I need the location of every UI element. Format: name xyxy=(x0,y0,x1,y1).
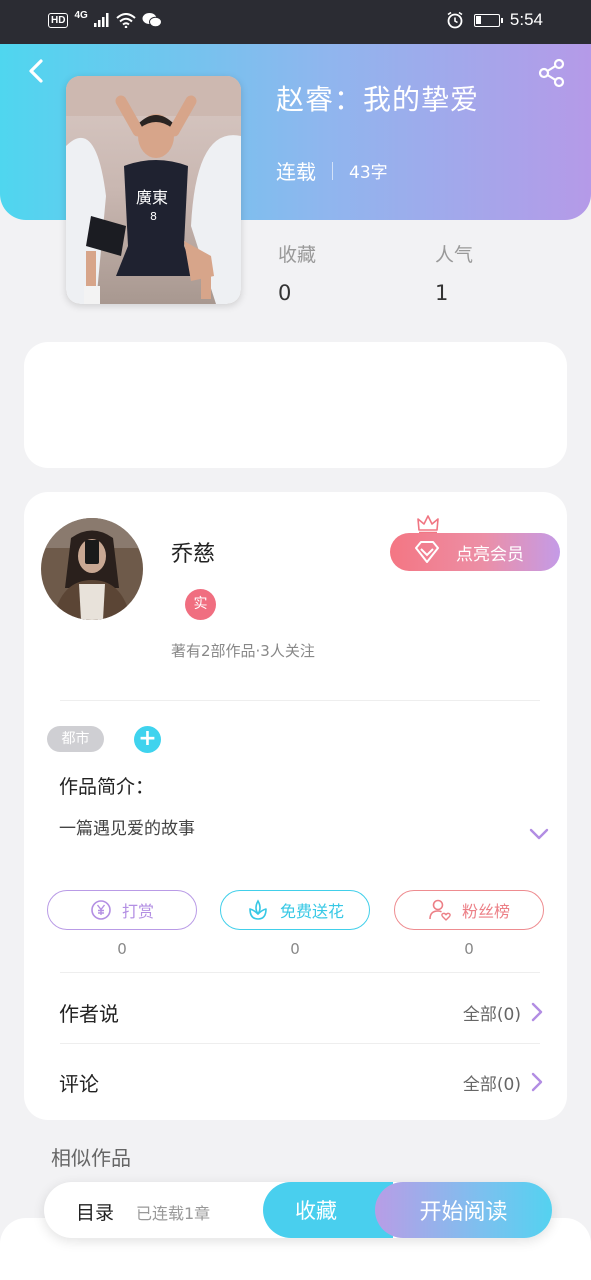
author-name[interactable]: 乔慈 xyxy=(171,536,215,568)
book-status-line: 连载 43字 xyxy=(276,156,388,185)
verified-badge: 实 xyxy=(185,589,216,620)
network-type: 4G xyxy=(74,9,88,21)
fan-ranking-label: 粉丝榜 xyxy=(461,902,510,921)
send-flower-label: 免费送花 xyxy=(279,902,344,921)
yen-coin-icon xyxy=(91,900,111,920)
send-flower-button[interactable]: 免费送花 xyxy=(220,890,370,930)
share-icon[interactable] xyxy=(537,58,567,88)
popularity-value: 1 xyxy=(435,281,449,305)
wifi-icon xyxy=(116,12,136,28)
start-reading-button[interactable]: 开始阅读 xyxy=(375,1182,552,1238)
book-cover[interactable]: 廣東 8 xyxy=(66,76,241,304)
book-title: 赵睿：我的挚爱 xyxy=(276,83,480,116)
svg-text:8: 8 xyxy=(150,210,157,223)
fan-ranking-button[interactable]: 粉丝榜 xyxy=(394,890,544,930)
serial-status: 连载 xyxy=(276,160,316,184)
popularity-label: 人气 xyxy=(435,244,474,266)
word-count: 43字 xyxy=(349,163,388,183)
start-reading-label: 开始阅读 xyxy=(419,1200,508,1225)
similar-works-heading: 相似作品 xyxy=(51,1146,131,1170)
reward-count: 0 xyxy=(117,940,127,958)
status-divider xyxy=(332,161,333,180)
vip-button[interactable]: 点亮会员 xyxy=(390,533,560,571)
author-meta: 著有2部作品·3人关注 xyxy=(171,642,315,660)
fans-count: 0 xyxy=(464,940,474,958)
user-heart-icon xyxy=(429,899,451,921)
cover-image: 廣東 8 xyxy=(66,76,241,304)
popularity-stat: 人气 1 xyxy=(435,240,473,305)
add-tag-button[interactable]: + xyxy=(134,726,161,753)
divider xyxy=(60,1043,540,1044)
avatar[interactable] xyxy=(41,518,143,620)
favorite-button[interactable]: 收藏 xyxy=(263,1182,393,1238)
crown-icon xyxy=(417,515,439,534)
signal-icon xyxy=(93,13,109,27)
chevron-right-icon xyxy=(531,1072,543,1092)
favorites-stat: 收藏 0 xyxy=(278,240,316,305)
empty-card xyxy=(24,342,567,468)
intro-label: 作品简介： xyxy=(59,776,155,798)
battery-icon xyxy=(473,13,503,27)
chapter-count: 已连载1章 xyxy=(136,1204,211,1223)
flower-count: 0 xyxy=(290,940,300,958)
svg-text:廣東: 廣東 xyxy=(136,188,168,207)
comments-label: 评论 xyxy=(59,1072,99,1096)
favorite-button-label: 收藏 xyxy=(295,1199,337,1223)
vip-button-label: 点亮会员 xyxy=(456,544,524,565)
diamond-icon xyxy=(415,541,439,563)
divider xyxy=(60,700,540,701)
back-arrow-icon[interactable] xyxy=(22,56,52,86)
chevron-right-icon xyxy=(531,1002,543,1022)
author-says-count: 全部(0) xyxy=(462,1005,521,1025)
clock: 5:54 xyxy=(509,10,543,29)
favorites-value: 0 xyxy=(278,281,292,305)
comments-count: 全部(0) xyxy=(462,1075,521,1095)
avatar-image xyxy=(41,518,143,620)
wechat-icon xyxy=(142,13,162,28)
reward-label: 打赏 xyxy=(121,902,154,921)
author-says-row[interactable]: 作者说 全部(0) xyxy=(24,982,567,1042)
alarm-icon xyxy=(447,11,463,29)
status-bar: HD 4G 5:54 xyxy=(0,0,591,44)
intro-text: 一篇遇见爱的故事 xyxy=(59,819,195,839)
table-of-contents-button[interactable]: 目录 xyxy=(76,1198,114,1225)
hd-voice-icon: HD xyxy=(48,12,69,28)
genre-tag[interactable]: 都市 xyxy=(47,726,104,752)
divider xyxy=(60,972,540,973)
favorites-label: 收藏 xyxy=(278,244,317,266)
reward-button[interactable]: 打赏 xyxy=(47,890,197,930)
chevron-down-icon[interactable] xyxy=(528,826,550,842)
flower-icon xyxy=(249,899,267,920)
author-says-label: 作者说 xyxy=(59,1002,119,1026)
comments-row[interactable]: 评论 全部(0) xyxy=(24,1052,567,1112)
